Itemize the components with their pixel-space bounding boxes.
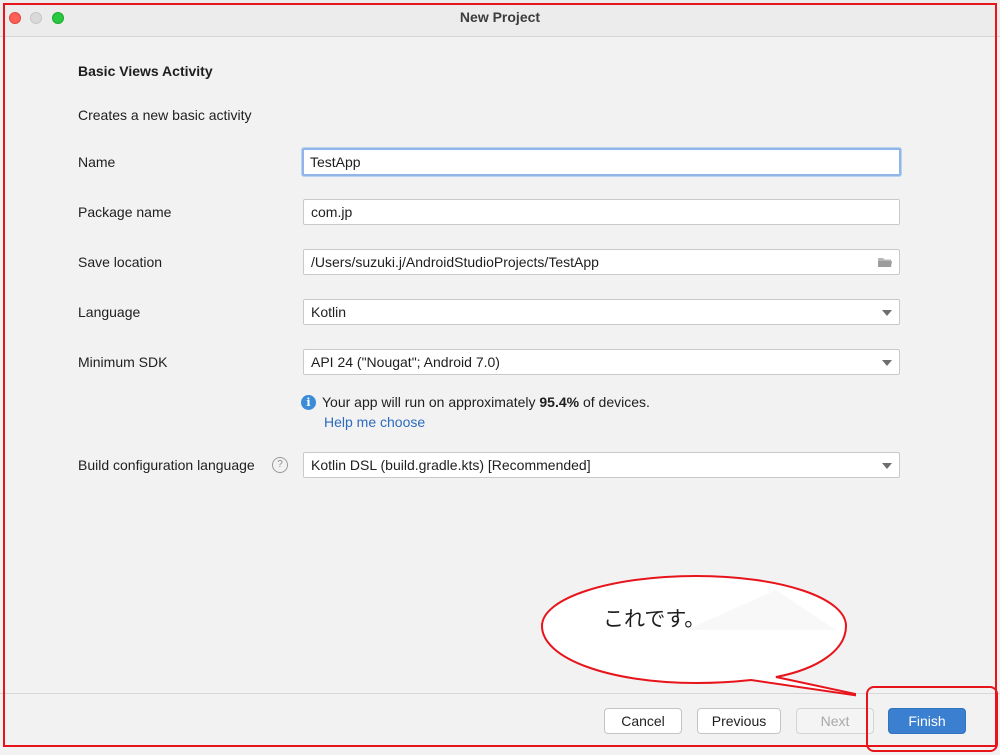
next-button[interactable]: Next: [796, 708, 874, 734]
minimum-sdk-label: Minimum SDK: [78, 354, 168, 370]
language-value: Kotlin: [311, 304, 347, 320]
previous-button[interactable]: Previous: [697, 708, 781, 734]
build-config-select[interactable]: Kotlin DSL (build.gradle.kts) [Recommend…: [303, 452, 900, 478]
info-suffix: of devices.: [579, 394, 650, 410]
minimum-sdk-value: API 24 ("Nougat"; Android 7.0): [311, 354, 500, 370]
build-config-value: Kotlin DSL (build.gradle.kts) [Recommend…: [311, 457, 591, 473]
name-field[interactable]: [302, 148, 901, 176]
language-label: Language: [78, 304, 141, 320]
help-icon[interactable]: ?: [272, 457, 288, 473]
language-select[interactable]: Kotlin: [303, 299, 900, 325]
cancel-button[interactable]: Cancel: [604, 708, 682, 734]
chevron-down-icon: [882, 463, 892, 469]
title-bar: New Project: [0, 0, 1000, 37]
build-config-label: Build configuration language: [78, 457, 255, 473]
coverage-percent: 95.4%: [539, 394, 580, 410]
speech-bubble: [540, 574, 856, 697]
save-location-field[interactable]: /Users/suzuki.j/AndroidStudioProjects/Te…: [303, 249, 900, 275]
finish-button[interactable]: Finish: [888, 708, 966, 734]
callout-text: これです。: [603, 607, 706, 631]
window-title: New Project: [459, 9, 541, 25]
help-me-choose-link[interactable]: Help me choose: [324, 414, 425, 430]
package-name-field[interactable]: [303, 199, 900, 225]
chevron-down-icon: [882, 360, 892, 366]
template-description: Creates a new basic activity: [78, 107, 252, 123]
save-location-value: /Users/suzuki.j/AndroidStudioProjects/Te…: [311, 254, 599, 270]
folder-icon[interactable]: [877, 256, 893, 268]
dialog-button-bar: Cancel Previous Next Finish: [0, 693, 1000, 755]
name-label: Name: [78, 154, 116, 170]
minimum-sdk-select[interactable]: API 24 ("Nougat"; Android 7.0): [303, 349, 900, 375]
chevron-down-icon: [882, 310, 892, 316]
package-name-label: Package name: [78, 204, 172, 220]
info-icon: i: [301, 395, 316, 410]
template-heading: Basic Views Activity: [78, 63, 213, 79]
save-location-label: Save location: [78, 254, 163, 270]
info-prefix: Your app will run on approximately: [322, 394, 540, 410]
